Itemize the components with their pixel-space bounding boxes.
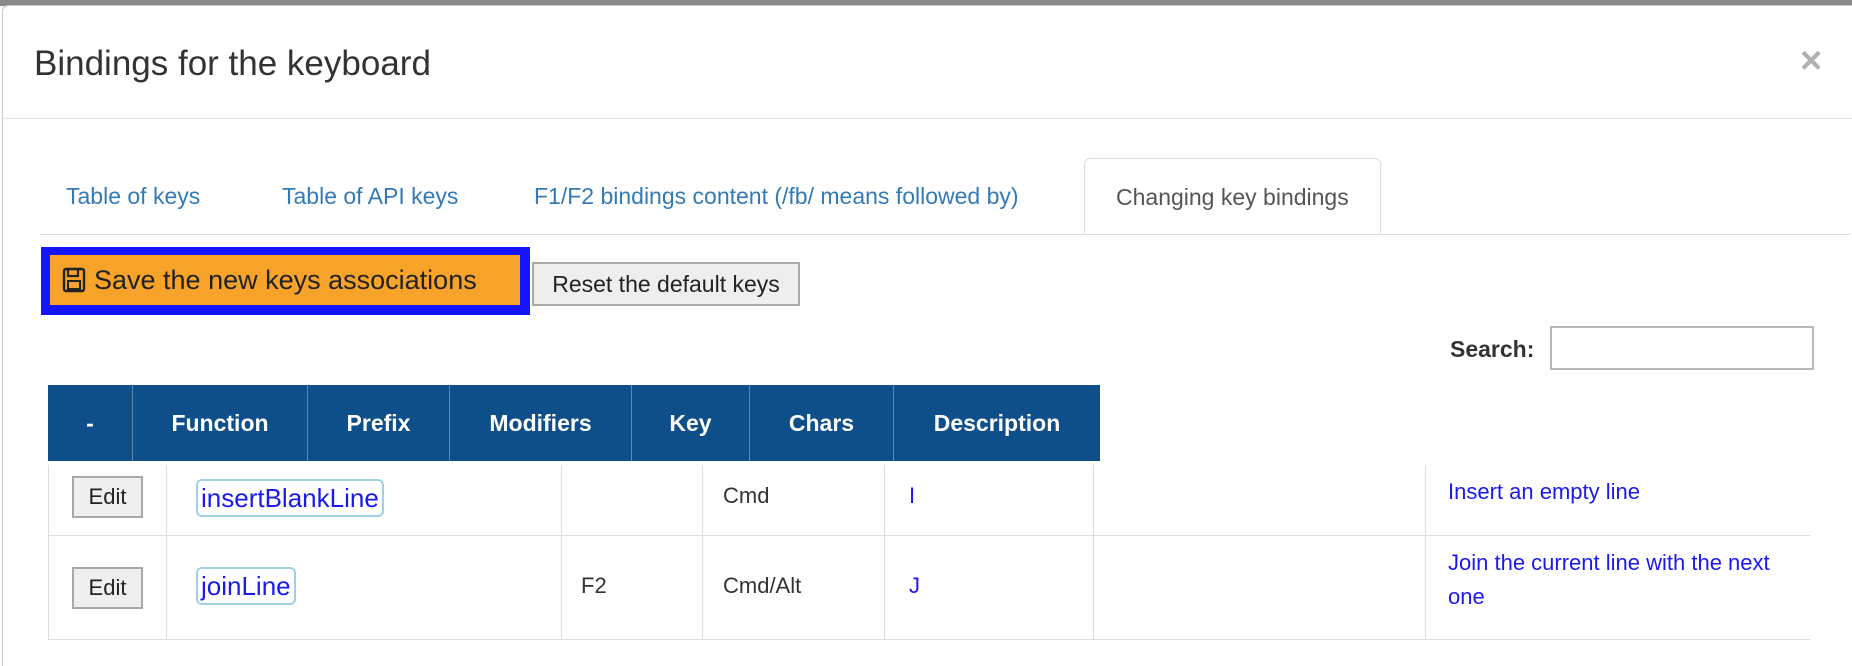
- column-header-dash[interactable]: -: [48, 385, 133, 461]
- cell-divider: [166, 465, 167, 535]
- description-cell: Insert an empty line: [1448, 479, 1640, 504]
- save-keys-button[interactable]: Save the new keys associations: [50, 255, 520, 305]
- cell-divider: [884, 536, 885, 639]
- edit-button[interactable]: Edit: [72, 567, 143, 609]
- key-cell: I: [909, 483, 916, 508]
- close-button[interactable]: ×: [1800, 42, 1822, 80]
- cell-divider: [48, 465, 49, 535]
- floppy-disk-icon: [62, 267, 86, 293]
- function-name-button[interactable]: insertBlankLine: [196, 479, 384, 517]
- reset-default-keys-button[interactable]: Reset the default keys: [532, 262, 800, 306]
- table-body: Edit insertBlankLine Cmd I Insert an emp…: [48, 465, 1810, 640]
- modal-title: Bindings for the keyboard: [34, 44, 431, 83]
- function-name-button[interactable]: joinLine: [196, 567, 296, 605]
- save-button-label: Save the new keys associations: [94, 264, 477, 295]
- cell-divider: [1425, 465, 1426, 535]
- tab-bar: Table of keys Table of API keys F1/F2 bi…: [40, 158, 1850, 235]
- search-input[interactable]: [1550, 326, 1814, 370]
- search-label: Search:: [1450, 336, 1535, 362]
- description-cell: Join the current line with the next one: [1448, 550, 1770, 609]
- column-header-modifiers[interactable]: Modifiers: [450, 385, 632, 461]
- cell-divider: [702, 465, 703, 535]
- cell-divider: [561, 465, 562, 535]
- cell-divider: [1093, 465, 1094, 535]
- column-header-key[interactable]: Key: [632, 385, 750, 461]
- cell-divider: [884, 465, 885, 535]
- table-row: Edit insertBlankLine Cmd I Insert an emp…: [48, 465, 1810, 536]
- tab-table-of-api-keys[interactable]: Table of API keys: [282, 158, 458, 234]
- tab-changing-key-bindings[interactable]: Changing key bindings: [1084, 158, 1381, 234]
- modifiers-cell: Cmd/Alt: [723, 573, 802, 598]
- edit-button[interactable]: Edit: [72, 476, 143, 518]
- cell-divider: [48, 536, 49, 639]
- modifiers-cell: Cmd: [723, 483, 770, 508]
- column-header-prefix[interactable]: Prefix: [308, 385, 450, 461]
- cell-divider: [1093, 536, 1094, 639]
- cell-divider: [702, 536, 703, 639]
- cell-divider: [1425, 536, 1426, 639]
- table-header: - Function Prefix Modifiers Key Chars De…: [48, 385, 1100, 461]
- key-cell: J: [909, 573, 920, 598]
- tab-table-of-keys[interactable]: Table of keys: [66, 158, 200, 234]
- save-button-focus-outline: Save the new keys associations: [41, 247, 530, 315]
- tab-f1-f2-bindings-content[interactable]: F1/F2 bindings content (/fb/ means follo…: [534, 158, 1019, 234]
- prefix-cell: F2: [581, 573, 607, 598]
- column-header-description[interactable]: Description: [894, 385, 1100, 461]
- cell-divider: [561, 536, 562, 639]
- cell-divider: [166, 536, 167, 639]
- column-header-function[interactable]: Function: [133, 385, 308, 461]
- modal-header: Bindings for the keyboard ×: [3, 6, 1852, 119]
- table-row: Edit joinLine F2 Cmd/Alt J Join the curr…: [48, 536, 1810, 640]
- column-header-chars[interactable]: Chars: [750, 385, 894, 461]
